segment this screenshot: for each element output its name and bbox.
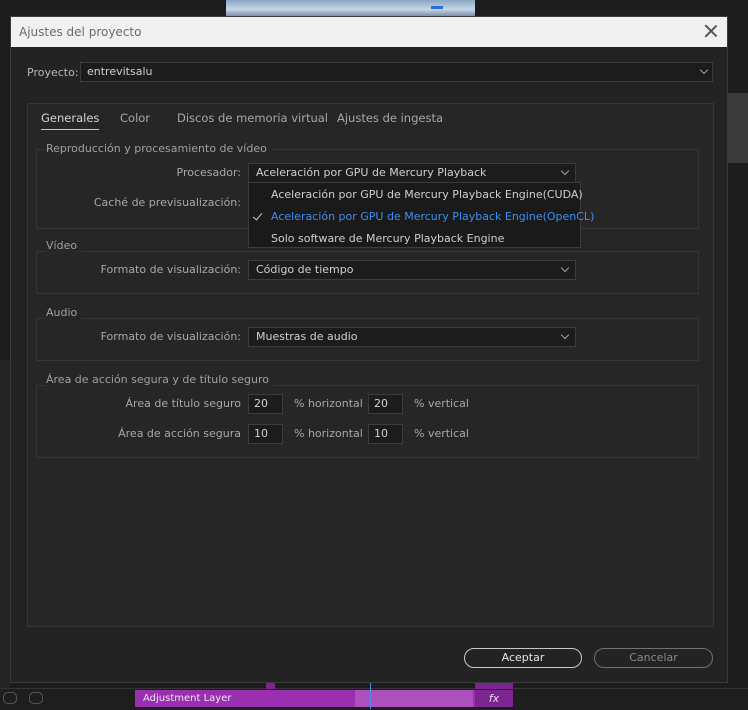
clip-selection [355, 690, 473, 707]
renderer-label: Procesador: [176, 166, 242, 179]
group-title-playback: Reproducción y procesamiento de vídeo [46, 142, 271, 155]
tab-generales[interactable]: Generales [41, 111, 100, 130]
group-title-audio: Audio [46, 306, 82, 319]
renderer-dropdown-menu: Aceleración por GPU de Mercury Playback … [248, 182, 594, 248]
renderer-option-software[interactable]: Solo software de Mercury Playback Engine [271, 232, 504, 245]
vertical-unit: % vertical [414, 397, 469, 410]
audio-display-format-value: Muestras de audio [256, 330, 358, 343]
title-safe-label: Área de título seguro [125, 397, 241, 410]
ok-button[interactable]: Aceptar [464, 648, 582, 668]
title-safe-vertical-input[interactable]: 20 [368, 394, 403, 414]
track-lock-icon[interactable] [3, 692, 17, 704]
background-panel [728, 93, 748, 163]
renderer-select[interactable]: Aceleración por GPU de Mercury Playback … [248, 163, 576, 197]
audio-display-format-select[interactable]: Muestras de audio [248, 327, 576, 347]
action-safe-label: Área de acción segura [118, 427, 241, 440]
tab-ingest-settings[interactable]: Ajustes de ingesta [337, 111, 443, 125]
vertical-unit: % vertical [414, 427, 469, 440]
checkmark-icon [252, 210, 263, 221]
playhead[interactable] [370, 681, 371, 709]
eye-icon[interactable] [29, 692, 43, 704]
group-title-video: Vídeo [46, 239, 82, 252]
preview-cache-label: Caché de previsualización: [93, 196, 241, 209]
dialog-title: Ajustes del proyecto [19, 25, 142, 39]
tab-color[interactable]: Color [120, 111, 150, 125]
background-panel-left [0, 360, 10, 690]
dialog-titlebar: Ajustes del proyecto [11, 17, 727, 47]
project-select[interactable]: entrevitsalu [80, 62, 713, 82]
chevron-down-icon [699, 65, 709, 75]
chevron-down-icon [560, 166, 570, 176]
project-label: Proyecto: [27, 66, 79, 79]
chevron-down-icon [560, 330, 570, 340]
renderer-option-cuda[interactable]: Aceleración por GPU de Mercury Playback … [271, 188, 583, 201]
video-display-format-label: Formato de visualización: [100, 263, 241, 276]
cancel-button[interactable]: Cancelar [594, 648, 713, 668]
action-safe-vertical-input[interactable]: 10 [368, 424, 403, 444]
fx-badge[interactable]: fx [475, 690, 513, 707]
title-safe-horizontal-input[interactable]: 20 [248, 394, 283, 414]
project-settings-dialog: Ajustes del proyecto Proyecto: entrevits… [10, 16, 728, 683]
audio-display-format-label: Formato de visualización: [100, 330, 241, 343]
horizontal-unit: % horizontal [294, 427, 363, 440]
video-display-format-select[interactable]: Código de tiempo [248, 260, 576, 280]
close-icon[interactable] [703, 23, 719, 39]
tab-scratch-disks[interactable]: Discos de memoria virtual [177, 111, 328, 125]
chevron-down-icon [560, 263, 570, 273]
video-display-format-value: Código de tiempo [256, 263, 354, 276]
program-monitor-thumbnail [226, 0, 475, 17]
group-title-safe-areas: Área de acción segura y de título seguro [46, 373, 274, 386]
project-value: entrevitsalu [87, 65, 153, 78]
horizontal-unit: % horizontal [294, 397, 363, 410]
renderer-option-opencl[interactable]: Aceleración por GPU de Mercury Playback … [271, 210, 594, 223]
action-safe-horizontal-input[interactable]: 10 [248, 424, 283, 444]
